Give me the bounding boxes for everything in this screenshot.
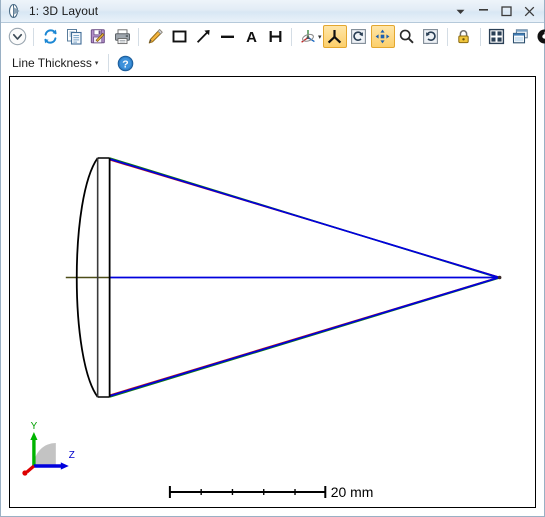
canvas-container: Y Z 20 mm [1, 76, 544, 516]
annotate-pencil-button[interactable] [143, 25, 167, 48]
refresh-button[interactable] [38, 25, 62, 48]
draw-arrow-button[interactable] [191, 25, 215, 48]
help-button[interactable]: ? [113, 52, 137, 75]
draw-line-button[interactable] [215, 25, 239, 48]
toolbar-separator [480, 28, 481, 46]
settings-expander-button[interactable] [5, 25, 29, 48]
view-orientation-button[interactable] [296, 25, 320, 48]
toolbar-separator [33, 28, 34, 46]
ray-bundle [110, 158, 500, 397]
ray-lower-marginal [110, 278, 500, 397]
toolbar-separator [291, 28, 292, 46]
dimension-button[interactable] [263, 25, 287, 48]
window-controls [449, 0, 540, 23]
copy-button[interactable] [62, 25, 86, 48]
ray-upper-marginal [110, 159, 500, 278]
reset-view-button[interactable] [533, 25, 545, 48]
window-title: 1: 3D Layout [29, 4, 98, 18]
lens-3d-icon [7, 3, 23, 19]
chevron-down-icon: ▾ [95, 59, 99, 67]
minimize-button[interactable] [472, 0, 494, 19]
layout-canvas[interactable]: Y Z 20 mm [9, 76, 536, 508]
add-text-button[interactable]: A [239, 25, 263, 48]
axis-x-arrow [22, 470, 27, 475]
focus-point [498, 276, 502, 280]
draw-rectangle-button[interactable] [167, 25, 191, 48]
lock-button[interactable] [452, 25, 476, 48]
layout-window: 1: 3D Layout [0, 0, 545, 517]
detach-window-button[interactable] [509, 25, 533, 48]
svg-text:A: A [246, 29, 257, 45]
zoom-button[interactable] [395, 25, 419, 48]
toolbar-separator [138, 28, 139, 46]
maximize-button[interactable] [495, 2, 517, 22]
rotate-3d-button[interactable] [323, 25, 347, 48]
axis-x-line [27, 466, 34, 472]
close-button[interactable] [518, 2, 540, 22]
axis-z-label: Z [69, 450, 75, 461]
axis-indicator: Y Z [22, 421, 74, 476]
view-orientation-dropdown[interactable]: ▾ [318, 33, 322, 41]
main-toolbar: A ▾ [1, 23, 544, 50]
svg-text:?: ? [122, 58, 128, 70]
scale-bar: 20 mm [169, 484, 373, 500]
titlebar-dropdown-button[interactable] [449, 2, 471, 22]
axis-arc [34, 443, 56, 465]
save-button[interactable] [86, 25, 110, 48]
toolbar-separator [108, 54, 109, 72]
line-thickness-label: Line Thickness [12, 56, 92, 70]
line-thickness-dropdown[interactable]: Line Thickness ▾ [5, 53, 104, 73]
axis-z-arrow [61, 462, 69, 469]
pan-button[interactable] [371, 25, 395, 48]
scale-bar-label: 20 mm [331, 484, 374, 500]
spin-button[interactable] [347, 25, 371, 48]
secondary-toolbar: Line Thickness ▾ ? [1, 50, 544, 76]
toolbar-separator [447, 28, 448, 46]
axis-y-arrow [30, 432, 37, 440]
axis-y-label: Y [31, 421, 38, 432]
optical-layout-plot: Y Z 20 mm [10, 77, 535, 507]
undo-zoom-button[interactable] [419, 25, 443, 48]
fit-window-button[interactable] [485, 25, 509, 48]
print-button[interactable] [110, 25, 134, 48]
title-bar: 1: 3D Layout [1, 0, 544, 23]
